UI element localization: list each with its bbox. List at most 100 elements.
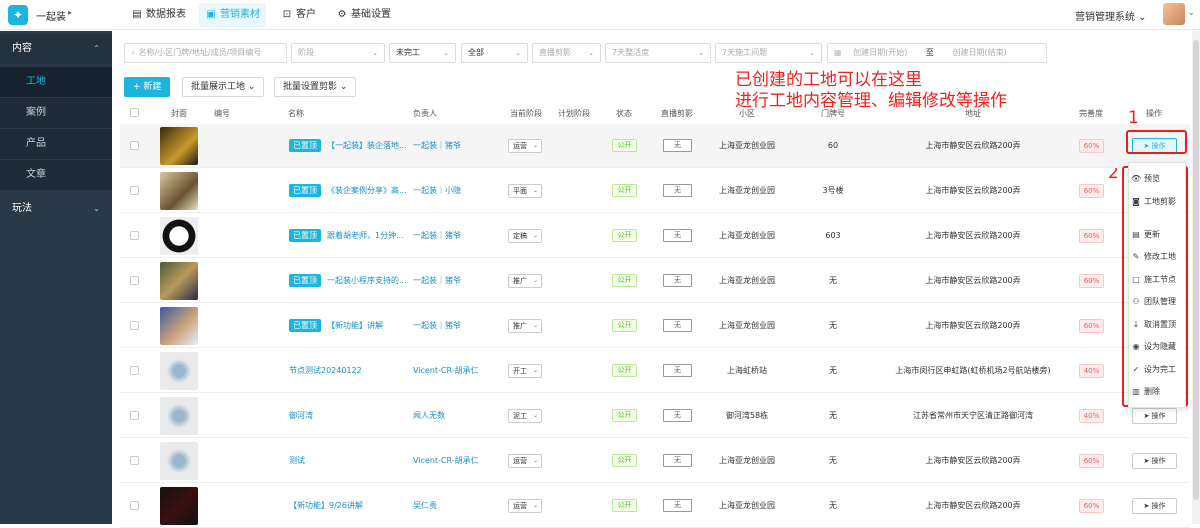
- batch-show-button[interactable]: 批量展示工地 ⌄: [182, 77, 265, 97]
- cover-image[interactable]: [160, 127, 198, 165]
- owner-link[interactable]: 一起装｜猪爷: [413, 304, 461, 348]
- scrollbar-thumb[interactable]: [1193, 40, 1199, 500]
- date-end[interactable]: 创建日期(结束): [952, 48, 1006, 57]
- live-toggle[interactable]: 无: [663, 319, 692, 332]
- table-row[interactable]: 节点测试20240122 Vicent-CR-胡承仁 开工 ⌄ 公开 无 上海虹桥站 无 上海市…: [120, 349, 1190, 393]
- brand-name[interactable]: 一起装: [36, 8, 66, 23]
- sidebar-group-content[interactable]: 内容 ⌃: [0, 34, 112, 64]
- row-checkbox[interactable]: [130, 366, 139, 375]
- owner-link[interactable]: 一起装｜猪爷: [413, 214, 461, 258]
- row-checkbox[interactable]: [130, 456, 139, 465]
- owner-link[interactable]: Vicent-CR-胡承仁: [413, 439, 479, 483]
- menu-item-eye-off[interactable]: ◉ 设为隐藏: [1129, 336, 1187, 358]
- owner-link[interactable]: Vicent-CR-胡承仁: [413, 349, 479, 393]
- date-start[interactable]: 创建日期(开始): [853, 48, 907, 57]
- operation-button[interactable]: ➤ 操作: [1132, 498, 1177, 514]
- stage-select[interactable]: 运营 ⌄: [508, 454, 542, 468]
- row-checkbox[interactable]: [130, 231, 139, 240]
- site-name-link[interactable]: 【新功能】9/26讲解: [289, 499, 363, 513]
- nav-marketing-material[interactable]: ▣ 营销素材: [199, 3, 266, 27]
- menu-item-eye[interactable]: 👁 预览: [1129, 168, 1187, 190]
- site-name-link[interactable]: 已置顶 【一起装】装企落地...: [289, 139, 407, 153]
- live-toggle[interactable]: 无: [663, 184, 692, 197]
- stage-select[interactable]: 阶段 ⌄: [291, 43, 385, 63]
- row-checkbox[interactable]: [130, 321, 139, 330]
- live-toggle[interactable]: 无: [663, 499, 692, 512]
- interval-select[interactable]: 7天施工间题 ⌄: [715, 43, 822, 63]
- sidebar-item-case[interactable]: 案例: [0, 98, 112, 128]
- menu-item-trash[interactable]: ▥ 删除: [1129, 381, 1187, 403]
- site-name-link[interactable]: 已置顶 一起装小程序支持的...: [289, 274, 407, 288]
- cover-image[interactable]: [160, 442, 198, 480]
- menu-item-edit[interactable]: ✎ 修改工地: [1129, 246, 1187, 268]
- live-toggle[interactable]: 无: [663, 274, 692, 287]
- owner-link[interactable]: 一起装｜猪爷: [413, 259, 461, 303]
- cover-image[interactable]: [160, 262, 198, 300]
- sidebar-item-article[interactable]: 文章: [0, 160, 112, 190]
- table-row[interactable]: 已置顶 跟着胡老师，1分钟... 一起装｜猪爷 定稿 ⌄ 公开 无 上海亚龙创业园 603 上海市…: [120, 214, 1190, 258]
- menu-item-clipboard[interactable]: ▢ 施工节点: [1129, 269, 1187, 291]
- sidebar-group-play[interactable]: 玩法 ⌄: [0, 194, 112, 224]
- site-name-link[interactable]: 御河湾: [289, 409, 313, 423]
- batch-live-button[interactable]: 批量设置剪影 ⌄: [274, 77, 357, 97]
- site-name-link[interactable]: 已置顶 【新功能】讲解: [289, 319, 383, 333]
- chevron-down-icon[interactable]: ⌄: [1188, 8, 1195, 17]
- live-toggle[interactable]: 无: [663, 364, 692, 377]
- row-checkbox[interactable]: [130, 501, 139, 510]
- table-row[interactable]: 御河湾 闻人无数 泥工 ⌄ 公开 无 御河湾58栋 无 江苏省常州市天宁区清正路御河湾 40% ➤ …: [120, 394, 1190, 438]
- live-toggle[interactable]: 无: [663, 229, 692, 242]
- app-logo-icon[interactable]: ✦: [8, 5, 28, 25]
- stage-select[interactable]: 推广 ⌄: [508, 274, 542, 288]
- sidebar-item-product[interactable]: 产品: [0, 129, 112, 159]
- avatar[interactable]: [1163, 3, 1185, 25]
- table-row[interactable]: 测试 Vicent-CR-胡承仁 运营 ⌄ 公开 无 上海亚龙创业园 无 上海市静安区云欣路20…: [120, 439, 1190, 483]
- stage-select[interactable]: 泥工 ⌄: [508, 409, 542, 423]
- caret-right-icon[interactable]: ▸: [68, 8, 72, 17]
- live-select[interactable]: 直播剪影 ⌄: [532, 43, 601, 63]
- site-name-link[interactable]: 已置顶 跟着胡老师，1分钟...: [289, 229, 404, 243]
- nav-customer[interactable]: ⊡ 客户: [275, 3, 322, 27]
- sidebar-item-site[interactable]: 工地: [0, 67, 112, 97]
- owner-link[interactable]: 吴仁贵: [413, 484, 437, 528]
- owner-link[interactable]: 一起装｜小隐: [413, 169, 461, 213]
- nav-basic-settings[interactable]: ⚙ 基础设置: [330, 3, 397, 27]
- menu-item-doc[interactable]: ▤ 更新: [1129, 224, 1187, 246]
- table-row[interactable]: 【新功能】9/26讲解 吴仁贵 运营 ⌄ 公开 无 上海亚龙创业园 无 上海市静安区云欣路200…: [120, 484, 1190, 528]
- owner-link[interactable]: 一起装｜猪爷: [413, 124, 461, 168]
- row-checkbox[interactable]: [130, 141, 139, 150]
- live-toggle[interactable]: 无: [663, 454, 692, 467]
- select-all-checkbox[interactable]: [130, 108, 139, 117]
- system-menu[interactable]: 营销管理系统 ⌄: [1075, 8, 1147, 23]
- menu-item-arrow-down[interactable]: ↓ 取消置顶: [1129, 314, 1187, 336]
- live-toggle[interactable]: 无: [663, 139, 692, 152]
- cover-image[interactable]: [160, 487, 198, 525]
- cover-image[interactable]: [160, 397, 198, 435]
- cover-image[interactable]: [160, 172, 198, 210]
- site-name-link[interactable]: 测试: [289, 454, 305, 468]
- stage-select[interactable]: 运营 ⌄: [508, 139, 542, 153]
- menu-item-check[interactable]: ✓ 设为完工: [1129, 359, 1187, 381]
- operation-button[interactable]: ➤ 操作: [1132, 453, 1177, 469]
- stage-select[interactable]: 开工 ⌄: [508, 364, 542, 378]
- site-name-link[interactable]: 已置顶 《装企案例分享》高...: [289, 184, 407, 198]
- row-checkbox[interactable]: [130, 411, 139, 420]
- row-checkbox[interactable]: [130, 186, 139, 195]
- nav-data-report[interactable]: ▤ 数据报表: [125, 3, 192, 27]
- cover-image[interactable]: [160, 307, 198, 345]
- row-checkbox[interactable]: [130, 276, 139, 285]
- operation-button[interactable]: ➤ 操作: [1132, 408, 1177, 424]
- active-select[interactable]: 7天整活度 ⌄: [605, 43, 711, 63]
- menu-item-user[interactable]: ⚇ 团队管理: [1129, 291, 1187, 313]
- table-row[interactable]: 已置顶 【新功能】讲解 一起装｜猪爷 推广 ⌄ 公开 无 上海亚龙创业园 无 上海市静安区云欣路2…: [120, 304, 1190, 348]
- date-range-picker[interactable]: ▦ 创建日期(开始) 至 创建日期(结束): [827, 43, 1047, 63]
- stage-select[interactable]: 定稿 ⌄: [508, 229, 542, 243]
- cover-image[interactable]: [160, 217, 198, 255]
- cover-image[interactable]: [160, 352, 198, 390]
- all-select[interactable]: 全部 ⌄: [461, 43, 528, 63]
- table-row[interactable]: 已置顶 一起装小程序支持的... 一起装｜猪爷 推广 ⌄ 公开 无 上海亚龙创业园 无 上海市静安…: [120, 259, 1190, 303]
- live-toggle[interactable]: 无: [663, 409, 692, 422]
- search-input[interactable]: ⌕ 名称/小区门牌/地址/成员/项目编号: [124, 43, 287, 63]
- table-row[interactable]: 已置顶 《装企案例分享》高... 一起装｜小隐 平面 ⌄ 公开 无 上海亚龙创业园 3号楼 上海市…: [120, 169, 1190, 213]
- table-row[interactable]: 已置顶 【一起装】装企落地... 一起装｜猪爷 运营 ⌄ 公开 无 上海亚龙创业园 60 上海市静…: [120, 124, 1190, 168]
- stage-select[interactable]: 推广 ⌄: [508, 319, 542, 333]
